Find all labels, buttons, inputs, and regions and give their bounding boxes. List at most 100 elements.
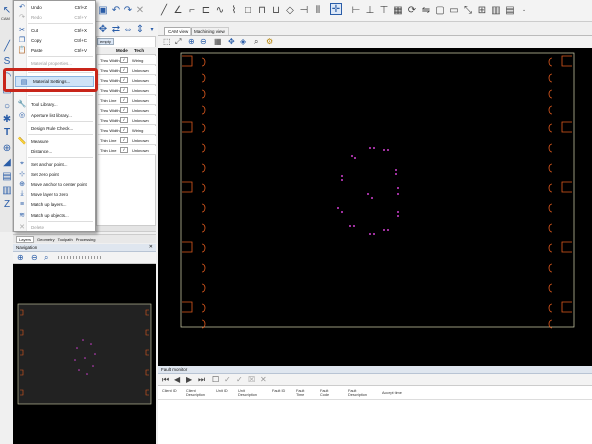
zoom-tool-icon[interactable]: Z xyxy=(1,198,13,210)
layers-view-icon[interactable]: ◈ xyxy=(240,37,246,46)
zoom-in-icon[interactable]: ⊕ xyxy=(17,253,24,262)
close-icon[interactable]: ✕ xyxy=(134,4,146,16)
square-icon[interactable]: ▢ xyxy=(434,4,446,16)
row-checkbox[interactable]: ✓ xyxy=(120,107,128,113)
row-checkbox[interactable]: ✓ xyxy=(120,117,128,123)
previous-icon[interactable]: ◀ xyxy=(174,375,180,384)
menu-item-move-layer-zero[interactable]: ⤓ Move layer to zero xyxy=(14,189,95,199)
menu-item-undo[interactable]: ↶ Undo Ctrl+Z xyxy=(14,2,95,12)
next-icon[interactable]: ▶ xyxy=(186,375,192,384)
fill-tool-icon[interactable]: ◢ xyxy=(1,156,13,168)
menu-item-copy[interactable]: ❐ Copy Ctrl+C xyxy=(14,35,95,45)
panel-close-icon[interactable]: ✕ xyxy=(149,244,153,250)
polyline-tool-icon[interactable]: S xyxy=(1,55,13,67)
menu-item-match-up-layers[interactable]: ≡ Match up layers... xyxy=(14,199,95,209)
save-icon[interactable]: ▣ xyxy=(97,4,109,16)
move-icon[interactable]: ✥ xyxy=(97,23,109,35)
tab-processing[interactable]: Processing xyxy=(76,237,96,242)
row-checkbox[interactable]: ✓ xyxy=(120,97,128,103)
menu-item-match-up-objects[interactable]: ≋ Match up objects... xyxy=(14,210,95,220)
mirror-horizontal-icon[interactable]: ⇔ xyxy=(122,23,134,35)
row-checkbox[interactable]: ✓ xyxy=(120,127,128,133)
align-left-icon[interactable]: ⊢ xyxy=(350,4,362,16)
menu-item-delete[interactable]: ✕ Delete xyxy=(14,222,95,232)
align-center-icon[interactable]: ⊥ xyxy=(364,4,376,16)
table-row[interactable]: Thru Width ✓ Unknown xyxy=(98,66,156,75)
rotate-icon[interactable]: ⟳ xyxy=(406,4,418,16)
row-checkbox[interactable]: ✓ xyxy=(120,67,128,73)
zoom-fit-icon[interactable]: ⌕ xyxy=(44,253,48,263)
menu-item-cut[interactable]: ✂ Cut Ctrl+X xyxy=(14,25,95,35)
align-right-icon[interactable]: ⊤ xyxy=(378,4,390,16)
table-row[interactable]: Thin Line ✓ Unknown xyxy=(98,96,156,105)
search-icon[interactable]: ⌕ xyxy=(254,37,258,47)
dropdown-icon[interactable]: ▾ xyxy=(146,23,158,35)
table-row[interactable]: Thin Line ✓ Unknown xyxy=(98,136,156,145)
table-row[interactable]: Thru Width ✓ Unknown xyxy=(98,116,156,125)
tab-geometry[interactable]: Geometry xyxy=(37,237,55,242)
menu-item-set-zero-point[interactable]: ⊹ Set zero point xyxy=(14,169,95,179)
line-tool-icon[interactable]: ╱ xyxy=(1,40,13,52)
tab-machining-view[interactable]: Machining view xyxy=(190,27,229,35)
select-tool-icon[interactable]: ↖ xyxy=(1,4,13,16)
mirror-icon[interactable]: ⇋ xyxy=(420,4,432,16)
chart-icon[interactable]: ▥ xyxy=(490,4,502,16)
menu-item-measure[interactable]: 📏 Measure xyxy=(14,136,95,146)
tab-cam-view[interactable]: CAM view xyxy=(164,27,193,35)
clear-icon[interactable]: ☒ xyxy=(248,375,255,384)
menu-item-design-rule-check[interactable]: Design Rule Check... xyxy=(14,123,95,133)
table-scrollbar[interactable] xyxy=(96,225,156,231)
table-row[interactable]: Thru Width ✓ Wiring xyxy=(98,126,156,135)
row-checkbox[interactable]: ✓ xyxy=(120,137,128,143)
wave-icon[interactable]: ∿ xyxy=(214,4,226,16)
snap-icon[interactable]: ⊞ xyxy=(476,4,488,16)
line-icon[interactable]: ╱ xyxy=(158,4,170,16)
chart-tool-icon[interactable]: ▥ xyxy=(1,184,13,196)
zoom-out-icon[interactable]: ⊖ xyxy=(200,37,207,46)
row-checkbox[interactable]: ✓ xyxy=(120,87,128,93)
crosshair-icon[interactable]: ✛ xyxy=(330,3,342,15)
join-icon[interactable]: ⊓ xyxy=(256,4,268,16)
angle-icon[interactable]: ∠ xyxy=(172,4,184,16)
grid-icon[interactable]: ▦ xyxy=(214,37,222,46)
cam-canvas[interactable] xyxy=(158,48,592,366)
menu-item-distance[interactable]: Distance... xyxy=(14,146,95,156)
delete-icon[interactable]: ✕ xyxy=(260,375,267,384)
mirror-vertical-icon[interactable]: ⇕ xyxy=(134,23,146,35)
table-row[interactable]: Thru Width ✓ Unknown xyxy=(98,86,156,95)
star-tool-icon[interactable]: ✱ xyxy=(1,113,13,125)
table-icon[interactable]: ▤ xyxy=(504,4,516,16)
split-icon[interactable]: ⊔ xyxy=(270,4,282,16)
row-checkbox[interactable]: ✓ xyxy=(120,147,128,153)
redo-icon[interactable]: ↷ xyxy=(122,4,134,16)
table-row[interactable]: Thru Width ✓ Unknown xyxy=(98,106,156,115)
first-icon[interactable]: ⏮ xyxy=(162,375,169,385)
options-icon[interactable]: ⚙ xyxy=(266,37,273,46)
row-checkbox[interactable]: ✓ xyxy=(120,57,128,63)
zoom-out-icon[interactable]: ⊖ xyxy=(31,253,38,262)
bracket-icon[interactable]: ⊏ xyxy=(200,4,212,16)
text-tool-icon[interactable]: T xyxy=(1,126,13,138)
menu-item-tool-library[interactable]: 🔧 Tool Library... xyxy=(14,99,95,109)
row-checkbox[interactable]: ✓ xyxy=(120,77,128,83)
zoom-slider[interactable] xyxy=(58,256,103,259)
navigation-preview[interactable] xyxy=(13,264,156,444)
accept-all-icon[interactable]: ✓ xyxy=(236,375,243,384)
table-row[interactable]: Thin Line ✓ Unknown xyxy=(98,146,156,155)
menu-item-redo[interactable]: ↷ Redo Ctrl+Y xyxy=(14,12,95,22)
box-icon[interactable]: □ xyxy=(242,4,254,16)
zigzag-icon[interactable]: ⌇ xyxy=(228,4,240,16)
checkbox-icon[interactable]: ☐ xyxy=(212,375,219,384)
menu-item-aperture-library[interactable]: ◎ Aperture list library... xyxy=(14,110,95,120)
target-tool-icon[interactable]: ⊕ xyxy=(1,142,13,154)
accept-icon[interactable]: ✓ xyxy=(224,375,231,384)
circle-tool-icon[interactable]: ○ xyxy=(1,100,13,112)
corner-icon[interactable]: ⌐ xyxy=(186,4,198,16)
select-icon[interactable]: ⬚ xyxy=(163,37,171,46)
menu-item-paste[interactable]: 📋 Paste Ctrl+V xyxy=(14,45,95,55)
table-row[interactable]: Thru Width ✓ Unknown xyxy=(98,76,156,85)
trim-icon[interactable]: ⊣ xyxy=(298,4,310,16)
scale-icon[interactable]: ⤡ xyxy=(462,4,474,16)
last-icon[interactable]: ⏭ xyxy=(198,375,205,385)
dot-icon[interactable]: · xyxy=(518,4,530,16)
